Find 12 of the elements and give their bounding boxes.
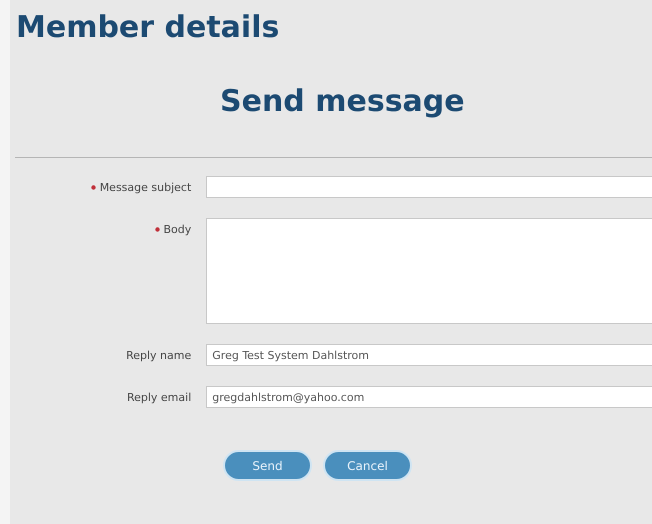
page-title: Member details — [16, 9, 280, 47]
field-label: Reply name — [126, 348, 192, 362]
body-field[interactable] — [206, 218, 652, 324]
input-field[interactable] — [206, 176, 652, 198]
field-label: Message subject — [100, 180, 192, 194]
required-icon — [154, 226, 160, 232]
field-label: Reply email — [126, 390, 192, 404]
input-field[interactable]: Greg Test System Dahlstrom — [206, 344, 652, 366]
input-field[interactable]: gregdahlstrom@yahoo.com — [206, 386, 652, 408]
field-label: Body — [164, 222, 192, 236]
form-title: Send message — [220, 83, 466, 121]
required-icon — [90, 184, 96, 190]
